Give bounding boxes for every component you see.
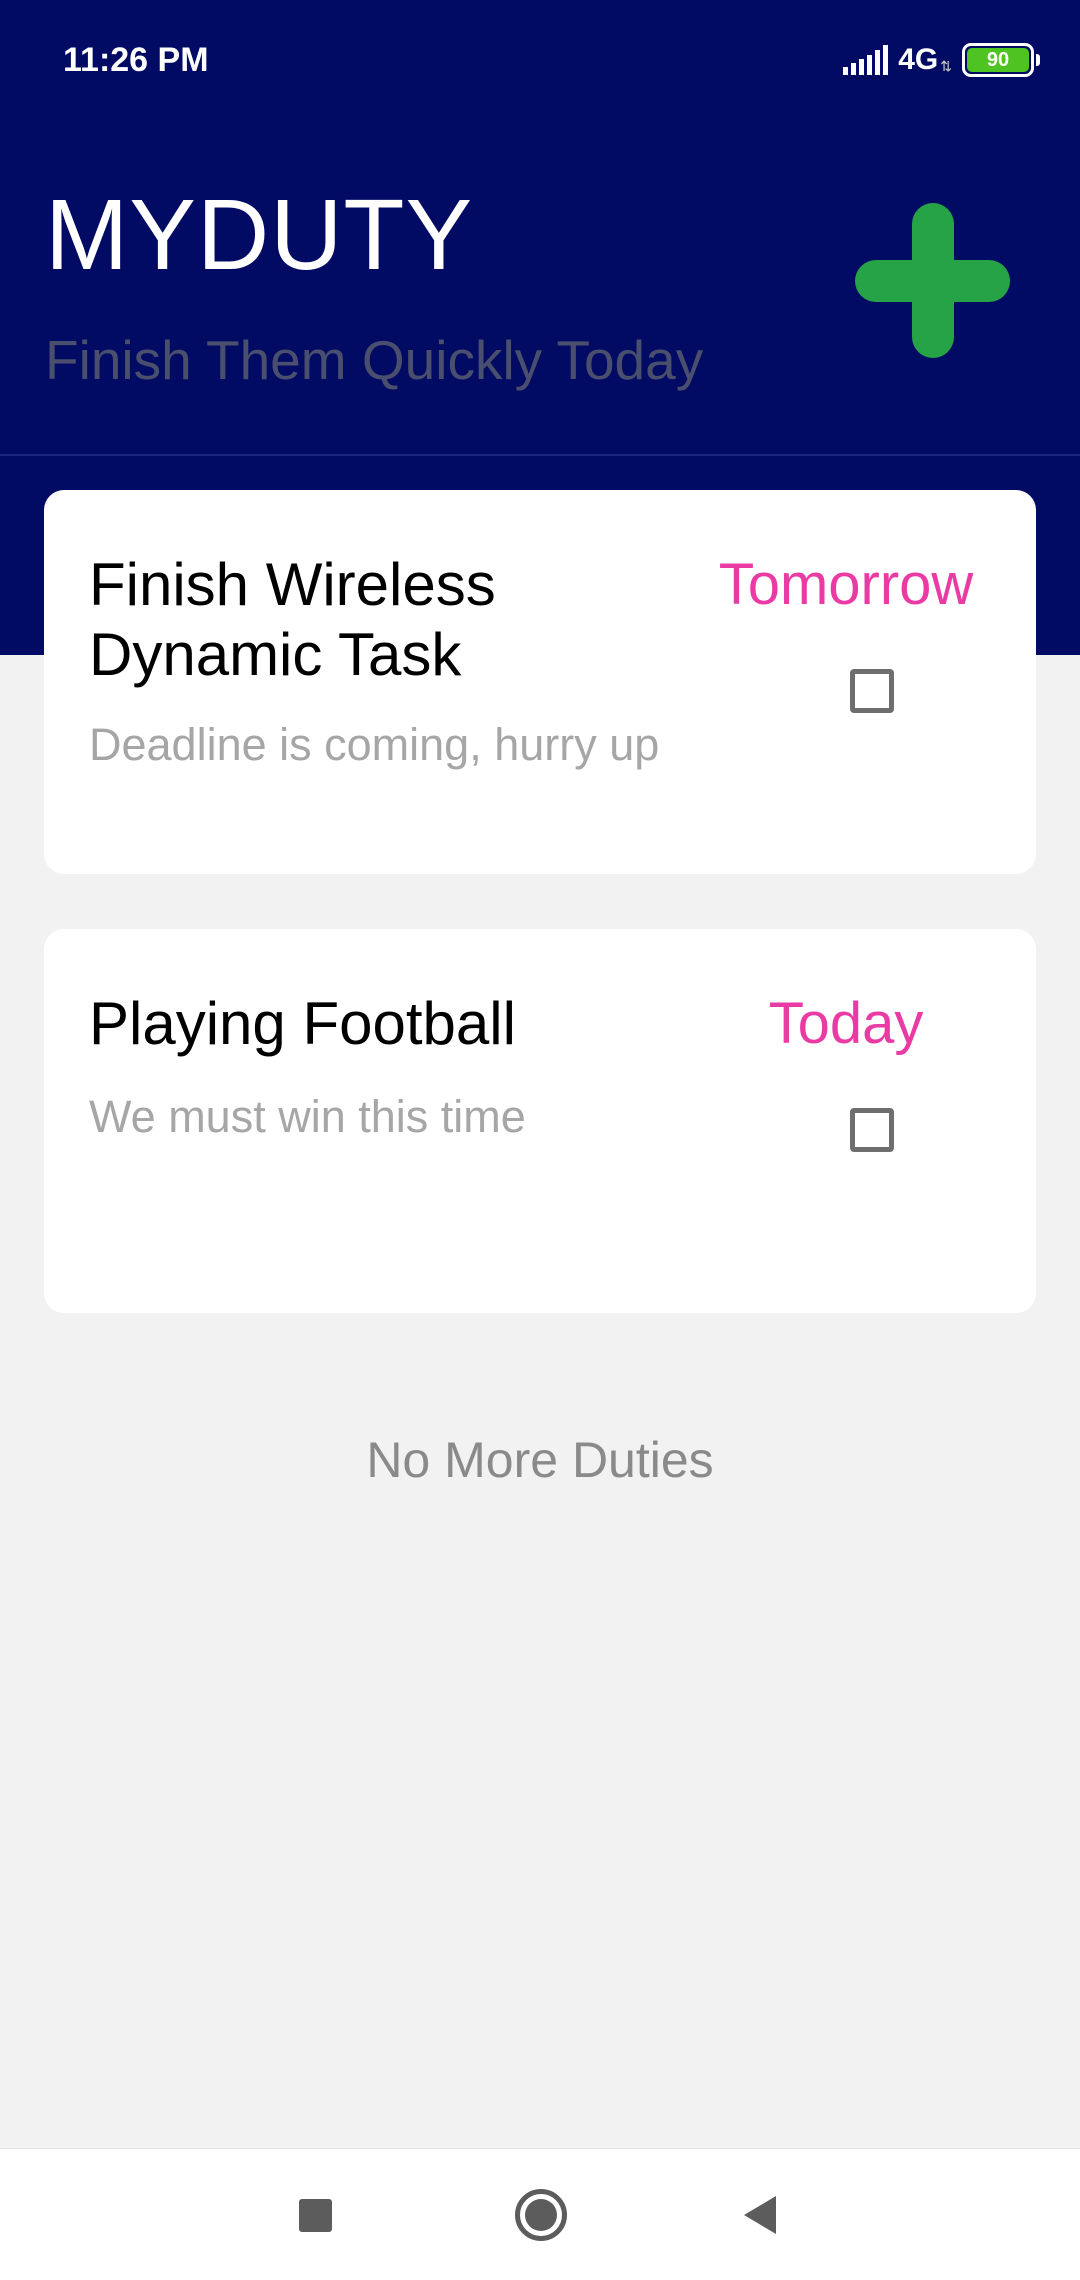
- square-icon[interactable]: [299, 2199, 332, 2232]
- app-subtitle: Finish Them Quickly Today: [45, 329, 704, 391]
- navigation-bar: [0, 2148, 1080, 2280]
- network-type: 4G: [898, 43, 939, 76]
- duty-description: Deadline is coming, hurry up: [89, 719, 660, 770]
- signal-icon: [843, 45, 889, 75]
- screen: 11:26 PM 4G ⇅ 90 MYDUTY Finish Them Quic…: [0, 0, 1080, 2280]
- data-activity-icon: ⇅: [940, 58, 952, 74]
- triangle-back-icon[interactable]: [744, 2196, 776, 2234]
- duty-title: Finish Wireless Dynamic Task: [89, 551, 496, 688]
- add-duty-button[interactable]: [855, 203, 1010, 358]
- duty-checkbox[interactable]: [850, 1108, 894, 1152]
- empty-note: No More Duties: [366, 1432, 714, 1488]
- duty-card[interactable]: Finish Wireless Dynamic Task Deadline is…: [44, 490, 1036, 874]
- circle-icon[interactable]: [515, 2189, 567, 2241]
- status-time: 11:26 PM: [63, 41, 209, 79]
- battery-level: 90: [967, 48, 1029, 72]
- duty-date: Today: [768, 991, 924, 1056]
- status-icons: 4G ⇅ 90: [843, 38, 1040, 82]
- duty-description: We must win this time: [89, 1091, 526, 1142]
- duty-title: Playing Football: [89, 990, 516, 1057]
- duty-checkbox[interactable]: [850, 669, 894, 713]
- duty-card[interactable]: Playing Football We must win this time T…: [44, 929, 1036, 1313]
- app-title: MYDUTY: [45, 179, 474, 291]
- duty-date: Tomorrow: [718, 552, 974, 617]
- battery-icon: 90: [962, 43, 1040, 77]
- header-divider: [0, 454, 1080, 456]
